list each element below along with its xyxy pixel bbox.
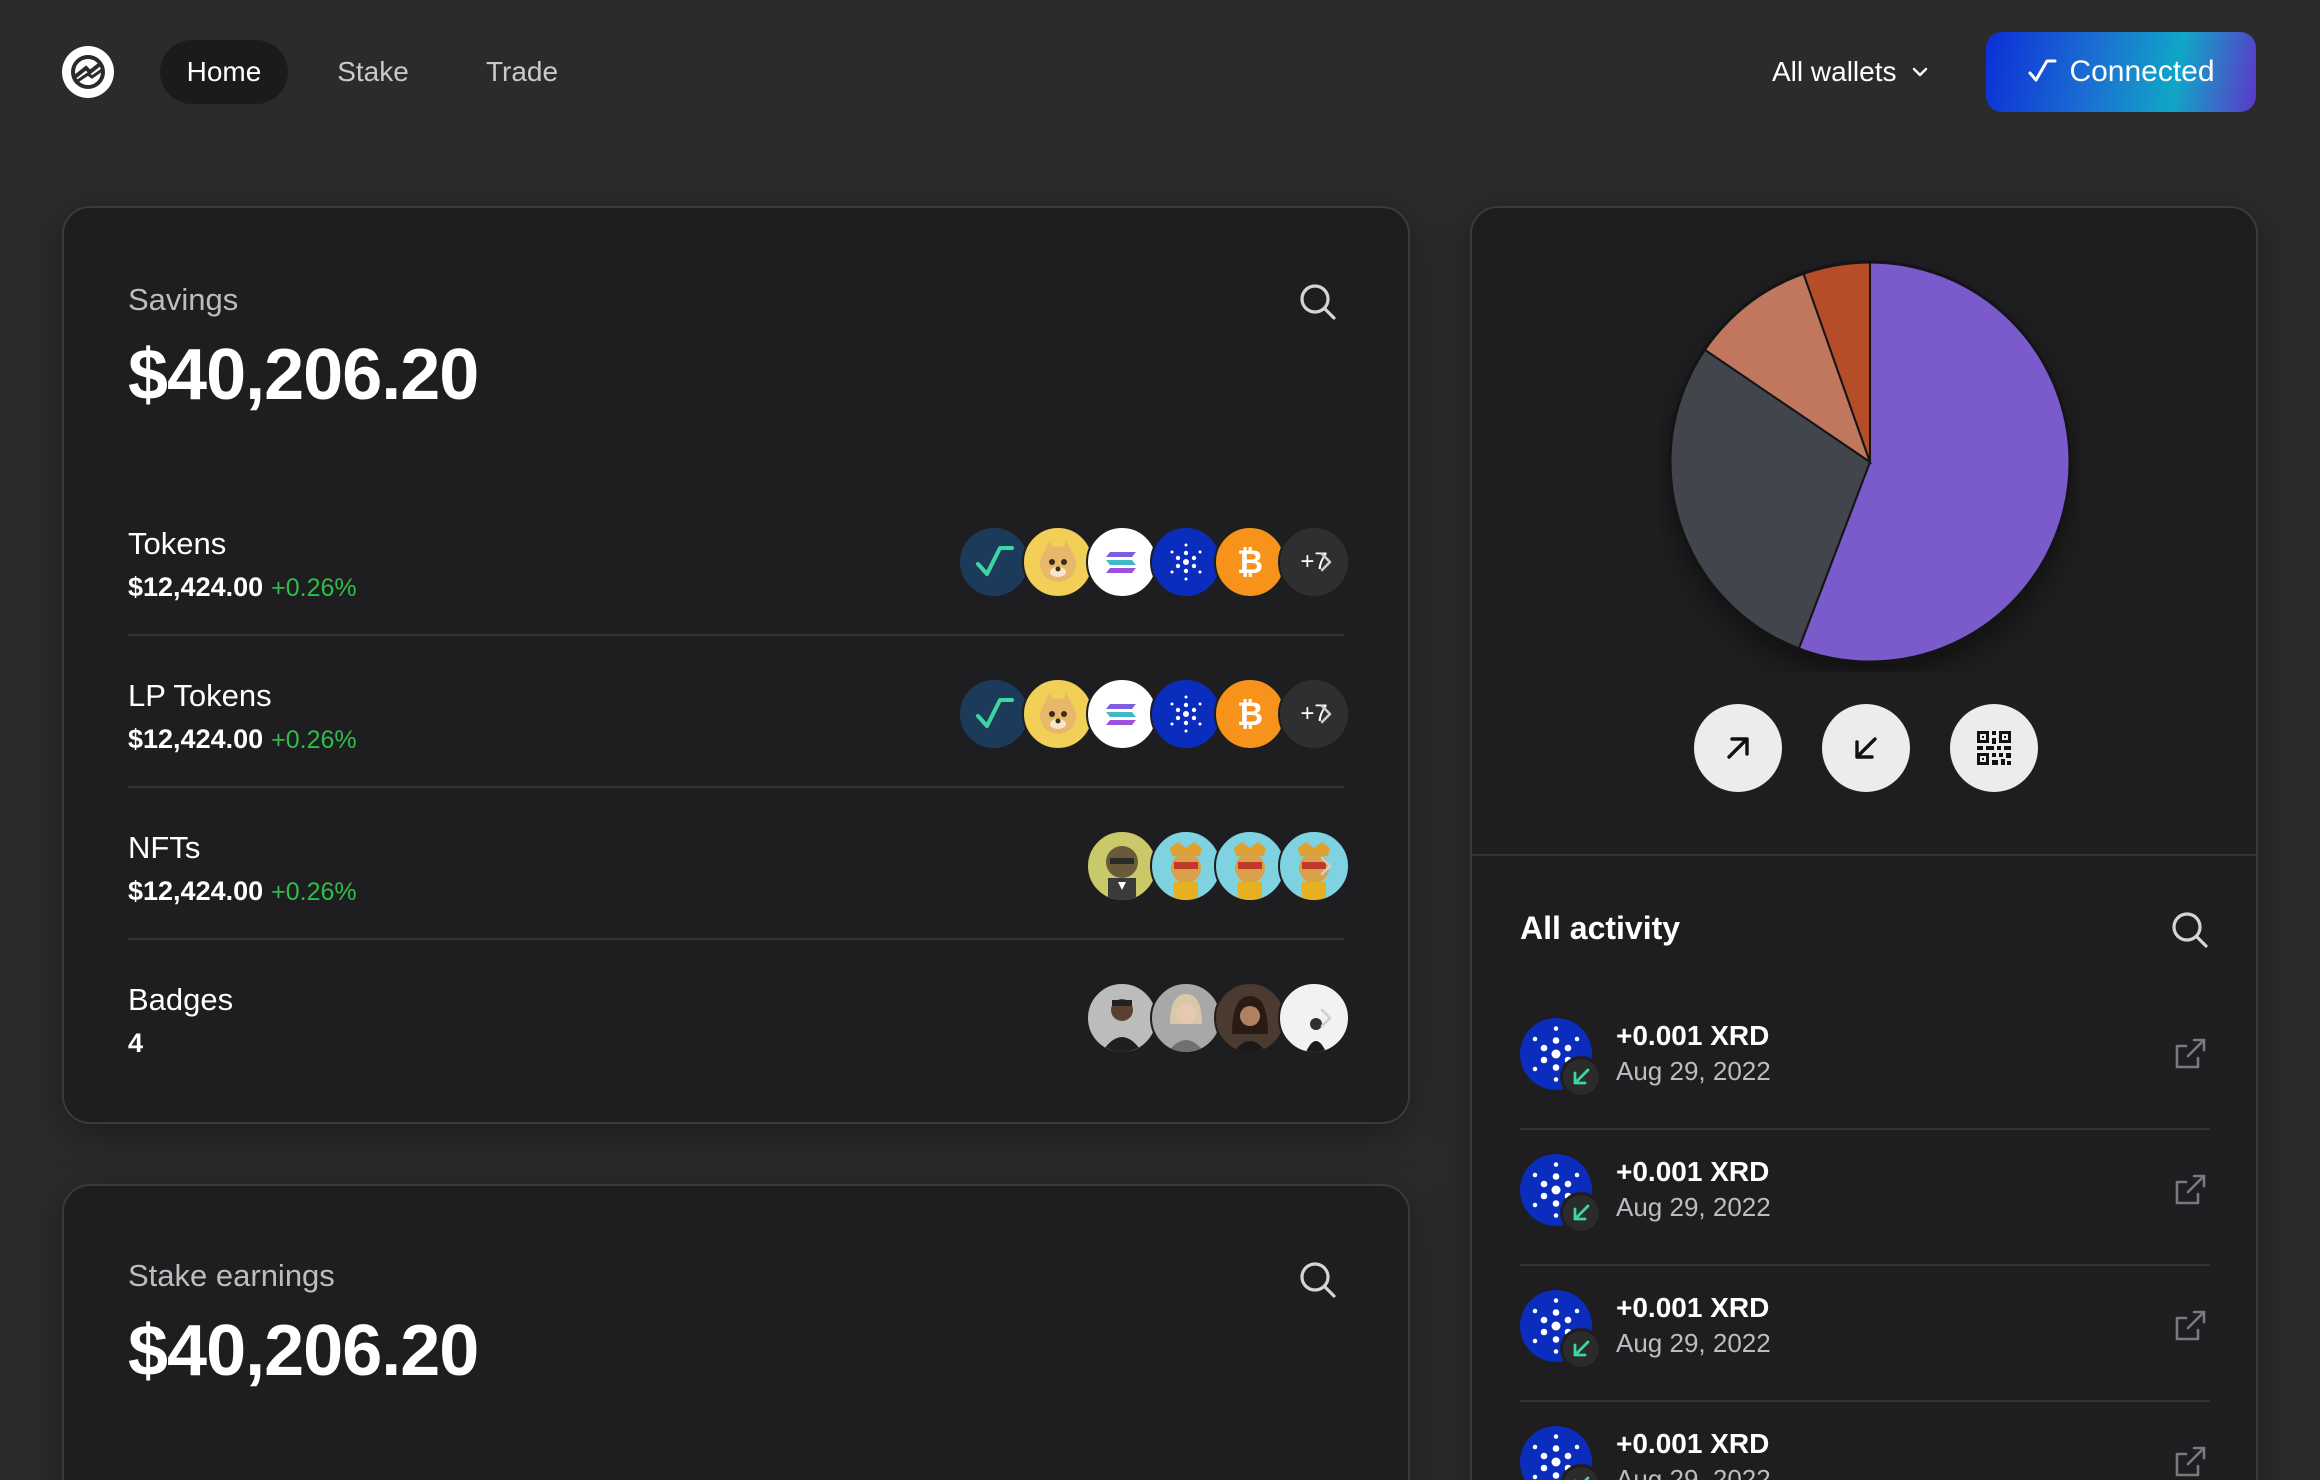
- row-title: Badges: [128, 982, 234, 1017]
- send-button[interactable]: [1694, 704, 1782, 792]
- badge-avatars: [1086, 982, 1350, 1054]
- activity-item[interactable]: +0.001 XRD Aug 29, 2022: [1520, 1402, 2210, 1480]
- receive-badge-icon: [1560, 1192, 1602, 1234]
- savings-amount: $40,206.20: [128, 335, 479, 415]
- activity-amount: +0.001 XRD: [1616, 1020, 1770, 1051]
- badge-person-image: [1086, 982, 1158, 1054]
- divider: [128, 786, 1344, 788]
- tab-stake[interactable]: Stake: [316, 40, 430, 104]
- row-value: $12,424.00 +0.26%: [128, 876, 357, 906]
- row-title: Tokens: [128, 526, 227, 561]
- chevron-down-icon: [1913, 67, 1928, 77]
- chevron-right-icon: [1320, 704, 1332, 724]
- chevron-right-icon: [1320, 1008, 1332, 1028]
- doge-icon: [1022, 678, 1094, 750]
- token-avatars: ₿ +7: [958, 526, 1350, 598]
- stake-earnings-label: Stake earnings: [128, 1258, 335, 1293]
- tab-home[interactable]: Home: [160, 40, 288, 104]
- search-icon[interactable]: [1296, 280, 1340, 324]
- badge-person-image: [1214, 982, 1286, 1054]
- lp-token-avatars: ₿ +7: [958, 678, 1350, 750]
- activity-date: Aug 29, 2022: [1616, 1056, 1771, 1086]
- nft-ape-image: [1150, 830, 1222, 902]
- checkmark-icon: [2028, 59, 2057, 82]
- change-badge: +0.26%: [271, 574, 357, 602]
- lp-tokens-row[interactable]: LP Tokens $12,424.00 +0.26% ₿ +7: [128, 648, 1350, 798]
- radix-check-icon: [958, 526, 1030, 598]
- activity-date: Aug 29, 2022: [1616, 1328, 1771, 1358]
- activity-amount: +0.001 XRD: [1616, 1156, 1770, 1187]
- receive-badge-icon: [1560, 1056, 1602, 1098]
- external-link-icon[interactable]: [2170, 1034, 2210, 1074]
- solana-icon: [1086, 526, 1158, 598]
- divider: [128, 634, 1344, 636]
- receive-button[interactable]: [1822, 704, 1910, 792]
- activity-amount: +0.001 XRD: [1616, 1292, 1770, 1323]
- tokens-row[interactable]: Tokens $12,424.00 +0.26% ₿ +7: [128, 496, 1350, 646]
- receive-arrow-icon: [1855, 737, 1877, 759]
- row-value: $12,424.00 +0.26%: [128, 572, 357, 602]
- savings-card: Savings $40,206.20 Tokens $12,424.00 +0.2…: [62, 206, 1410, 1124]
- connected-label: Connected: [2069, 55, 2215, 88]
- external-link-icon[interactable]: [2170, 1170, 2210, 1210]
- bitcoin-icon: ₿: [1214, 678, 1286, 750]
- savings-label: Savings: [128, 282, 239, 317]
- chevron-right-icon: [1320, 552, 1332, 572]
- panel-divider: [1472, 854, 2258, 856]
- pie-svg: [1668, 260, 2072, 664]
- row-title: LP Tokens: [128, 678, 272, 713]
- app-logo[interactable]: [62, 46, 114, 98]
- svg-text:₿: ₿: [1237, 695, 1263, 733]
- qr-code-icon: [1977, 731, 2011, 765]
- nft-avatars: [1086, 830, 1350, 902]
- cardano-icon: [1150, 526, 1222, 598]
- stake-earnings-card: Stake earnings $40,206.20: [62, 1184, 1410, 1480]
- activity-item[interactable]: +0.001 XRD Aug 29, 2022: [1520, 994, 2210, 1130]
- radix-check-icon: [958, 678, 1030, 750]
- nfts-row[interactable]: NFTs $12,424.00 +0.26%: [128, 800, 1350, 950]
- activity-item[interactable]: +0.001 XRD Aug 29, 2022: [1520, 1266, 2210, 1402]
- badge-person-image: [1150, 982, 1222, 1054]
- doge-icon: [1022, 526, 1094, 598]
- row-title: NFTs: [128, 830, 201, 865]
- solana-icon: [1086, 678, 1158, 750]
- change-badge: +0.26%: [271, 726, 357, 754]
- qr-code-button[interactable]: [1950, 704, 2038, 792]
- wallet-selector[interactable]: All wallets: [1772, 48, 1930, 96]
- top-nav: Home Stake Trade All wallets Connected: [0, 0, 2320, 144]
- all-activity-title: All activity: [1520, 910, 1681, 946]
- cardano-icon: [1150, 678, 1222, 750]
- external-link-icon[interactable]: [2170, 1442, 2210, 1480]
- nft-ape-image: [1214, 830, 1286, 902]
- row-value: $12,424.00 +0.26%: [128, 724, 357, 754]
- receive-badge-icon: [1560, 1328, 1602, 1370]
- tab-trade[interactable]: Trade: [466, 40, 578, 104]
- change-badge: +0.26%: [271, 878, 357, 906]
- external-link-icon[interactable]: [2170, 1306, 2210, 1346]
- stake-earnings-amount: $40,206.20: [128, 1311, 479, 1391]
- allocation-pie-chart: [1660, 252, 2080, 672]
- activity-date: Aug 29, 2022: [1616, 1192, 1771, 1222]
- row-value: 4: [128, 1028, 144, 1058]
- wallet-selector-label: All wallets: [1772, 56, 1897, 87]
- connected-button[interactable]: Connected: [1986, 32, 2256, 112]
- nft-ape-image: [1086, 830, 1158, 902]
- activity-amount: +0.001 XRD: [1616, 1428, 1770, 1459]
- bitcoin-icon: ₿: [1214, 526, 1286, 598]
- svg-text:₿: ₿: [1237, 543, 1263, 581]
- divider: [128, 938, 1344, 940]
- chevron-right-icon: [1320, 856, 1332, 876]
- badges-row[interactable]: Badges 4: [128, 952, 1350, 1102]
- send-arrow-icon: [1727, 737, 1749, 759]
- logo-icon: [71, 55, 105, 89]
- activity-date: Aug 29, 2022: [1616, 1464, 1771, 1480]
- portfolio-panel: All activity +0.001 XRD Aug 29, 2022 +0.…: [1470, 206, 2258, 1480]
- activity-item[interactable]: +0.001 XRD Aug 29, 2022: [1520, 1130, 2210, 1266]
- activity-search-icon[interactable]: [2168, 908, 2212, 952]
- search-icon[interactable]: [1296, 1258, 1340, 1302]
